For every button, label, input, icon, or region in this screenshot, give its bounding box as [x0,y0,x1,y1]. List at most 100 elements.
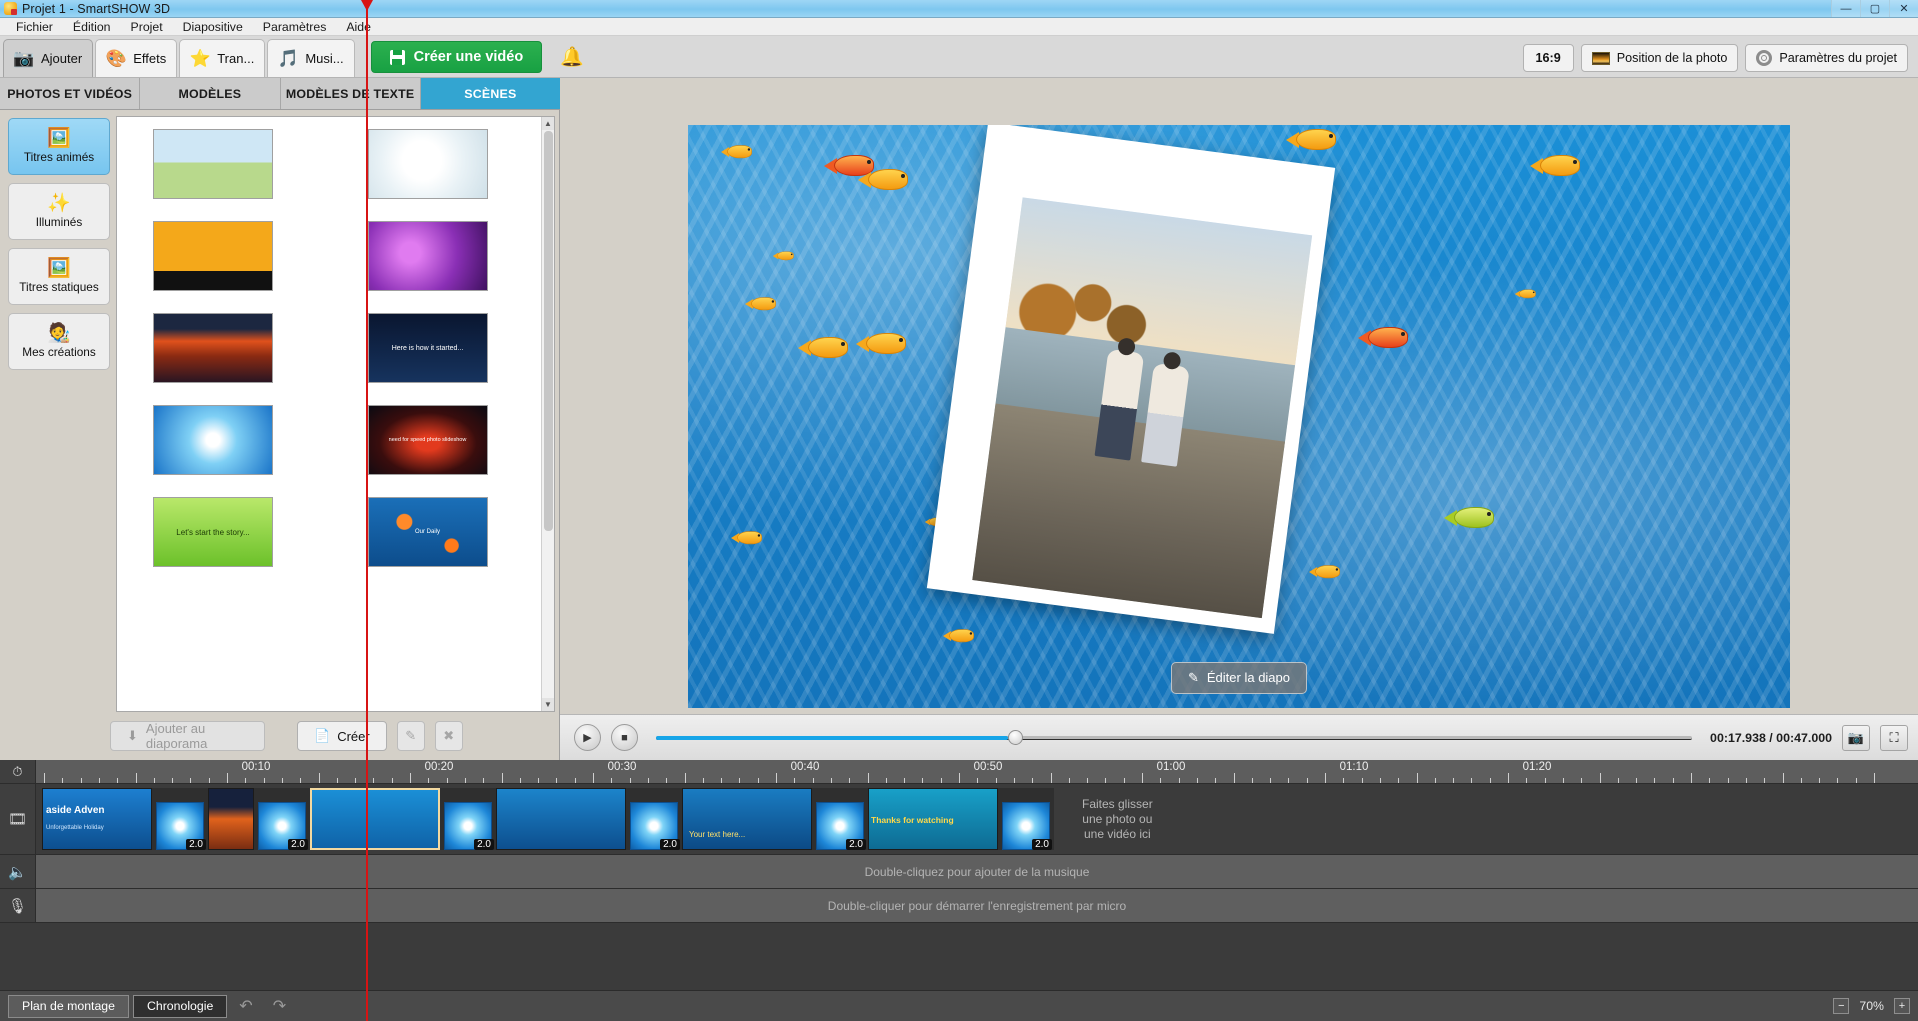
save-disk-icon [390,50,405,65]
project-settings-button[interactable]: Paramètres du projet [1745,44,1908,72]
ruler-tick [1197,778,1198,783]
timeline-clip[interactable]: Thanks for watching [868,788,998,850]
scroll-up-icon[interactable]: ▲ [542,117,554,130]
add-to-slideshow-button[interactable]: ⬇ Ajouter au diaporama [110,721,265,751]
subtab-scenes[interactable]: SCÈNES [421,78,560,109]
ruler-tick [300,778,301,783]
scene-thumbnail[interactable]: Let's start the story... [153,497,273,567]
category-titres-statiques[interactable]: 🖼️ Titres statiques [8,248,110,305]
scene-thumbnail[interactable]: need for speed photo slideshow [368,405,488,475]
palette-icon: 🎨 [104,48,128,70]
ruler-label: 00:10 [242,761,271,773]
edit-scene-button[interactable]: ✎ [397,721,425,751]
category-mes-creations[interactable]: 🧑‍🎨 Mes créations [8,313,110,370]
delete-scene-button[interactable]: ✖ [435,721,463,751]
timeline-clip[interactable] [496,788,626,850]
stop-button[interactable]: ■ [611,724,638,751]
scene-thumbnail[interactable] [153,129,273,199]
audio-track-body[interactable]: Double-cliquez pour ajouter de la musiqu… [36,855,1918,888]
scroll-down-icon[interactable]: ▼ [542,698,554,711]
scene-thumbnail[interactable] [368,221,488,291]
drop-hint: Faites glisser une photo ou une vidéo ic… [1082,797,1153,842]
timeline-transition[interactable]: 2.0 [440,788,496,850]
create-scene-button[interactable]: 📄 Créer [297,721,387,751]
tab-transitions-label: Tran... [217,51,254,66]
redo-icon[interactable]: ↷ [265,996,294,1016]
menu-item-edition[interactable]: Édition [63,20,121,34]
menu-item-parametres[interactable]: Paramètres [253,20,337,34]
fish-decoration [1532,153,1586,179]
preview-canvas[interactable]: ✎ Éditer la diapo [688,125,1790,708]
category-titres-animes[interactable]: 🖼️ Titres animés [8,118,110,175]
seek-knob[interactable] [1008,730,1023,745]
ruler-tick [941,778,942,783]
ruler-tick [1471,778,1472,783]
slide-photo[interactable] [927,125,1335,634]
ruler-label: 01:10 [1340,761,1369,773]
play-button[interactable]: ▶ [574,724,601,751]
timeline-transition[interactable]: 2.0 [626,788,682,850]
seek-slider[interactable] [656,728,1692,748]
snapshot-button[interactable]: 📷 [1842,725,1870,751]
storyboard-mode-button[interactable]: Plan de montage [8,995,129,1018]
bell-icon[interactable]: 🔔 [560,45,584,69]
timeline-clip-selected[interactable] [310,788,440,850]
scene-gallery[interactable]: Here is how it started... need for speed… [116,116,555,712]
playhead[interactable] [366,0,368,1021]
scene-thumbnail[interactable] [153,405,273,475]
scene-thumbnail[interactable] [368,129,488,199]
tab-effets[interactable]: 🎨 Effets [95,39,177,77]
scrollbar-thumb[interactable] [544,131,553,531]
menu-item-fichier[interactable]: Fichier [6,20,63,34]
speaker-icon[interactable]: 🔈 [0,855,36,888]
gear-icon [1756,50,1772,66]
microphone-icon[interactable]: 🎙 [0,889,36,922]
photo-position-button[interactable]: Position de la photo [1581,44,1739,72]
fish-decoration [774,250,797,261]
voice-track-body[interactable]: Double-cliquer pour démarrer l'enregistr… [36,889,1918,922]
category-illumines[interactable]: ✨ Illuminés [8,183,110,240]
app-logo-icon [4,2,17,15]
scene-thumbnail[interactable] [153,221,273,291]
zoom-out-button[interactable]: − [1833,998,1849,1014]
fullscreen-button[interactable]: ⛶ [1880,725,1908,751]
timeline-clip[interactable]: aside Adven Unforgettable Holiday [42,788,152,850]
edit-slide-button[interactable]: ✎ Éditer la diapo [1171,662,1307,694]
minimize-button[interactable]: — [1831,0,1860,17]
subtab-modeles[interactable]: MODÈLES [140,78,280,109]
maximize-button[interactable]: ▢ [1860,0,1889,17]
ruler-tick [868,773,869,783]
scene-caption: Here is how it started... [392,345,464,352]
subtab-modeles-de-texte[interactable]: MODÈLES DE TEXTE [281,78,421,109]
subtab-photos-videos[interactable]: PHOTOS ET VIDÉOS [0,78,140,109]
scene-thumbnail[interactable]: Our Daily [368,497,488,567]
ruler-tick [739,778,740,783]
timeline-clip[interactable] [208,788,254,850]
ruler-tick [1545,778,1546,783]
scenes-panel-body: 🖼️ Titres animés ✨ Illuminés 🖼️ Titres s… [0,110,559,712]
create-video-button[interactable]: Créer une vidéo [371,41,543,73]
timeline-mode-button[interactable]: Chronologie [133,995,227,1018]
undo-icon[interactable]: ↶ [231,996,260,1016]
timeline-transition[interactable]: 2.0 [812,788,868,850]
timeline-scale[interactable]: 00:10 00:20 00:30 00:40 00:50 01:00 01:1… [36,760,1918,783]
zoom-in-button[interactable]: + [1894,998,1910,1014]
photo-position-label: Position de la photo [1617,51,1728,65]
aspect-ratio-button[interactable]: 16:9 [1523,44,1574,72]
tab-transitions[interactable]: ⭐ Tran... [179,39,265,77]
menu-item-projet[interactable]: Projet [121,20,173,34]
tab-ajouter[interactable]: 📷 Ajouter [3,39,93,77]
ruler-tick [245,778,246,783]
menu-item-aide[interactable]: Aide [336,20,381,34]
timeline-transition[interactable]: 2.0 [254,788,310,850]
scene-thumbnail[interactable]: Here is how it started... [368,313,488,383]
close-button[interactable]: ✕ [1889,0,1918,17]
tab-musique[interactable]: 🎵 Musi... [267,39,354,77]
timeline-clip[interactable]: Your text here... [682,788,812,850]
video-track-body[interactable]: aside Adven Unforgettable Holiday 2.0 2.… [36,784,1918,854]
menu-item-diapositive[interactable]: Diapositive [173,20,253,34]
timeline-transition[interactable]: 2.0 [152,788,208,850]
gallery-scrollbar[interactable]: ▲ ▼ [541,117,554,711]
timeline-transition[interactable]: 2.0 [998,788,1054,850]
scene-thumbnail[interactable] [153,313,273,383]
